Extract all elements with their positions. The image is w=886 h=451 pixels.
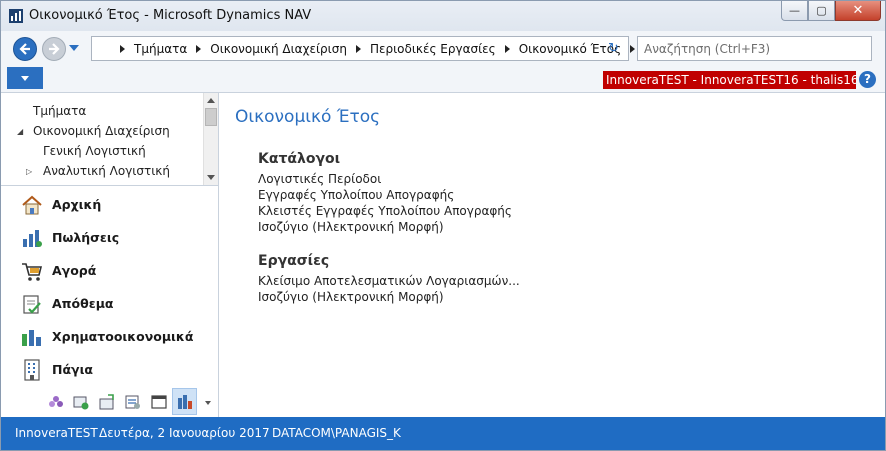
purchase-icon [22,262,43,281]
status-bar: InnoveraTEST Δευτέρα, 2 Ιανουαρίου 2017 … [1,417,885,450]
group-title-lists: Κατάλογοι [258,151,341,167]
page-title: Οικονομικό Έτος [235,107,381,127]
breadcrumb-item[interactable]: Τμήματα [134,42,187,56]
main-content: Οικονομικό Έτος Κατάλογοι Λογιστικές Περ… [219,93,885,417]
inventory-icon [23,294,41,314]
home-icon [22,195,42,214]
window-list-icon[interactable] [151,394,167,410]
tree-scrollbar[interactable] [203,93,218,185]
approvals-icon[interactable] [73,394,89,410]
chevron-right-icon[interactable] [504,45,510,53]
back-button[interactable] [13,37,37,61]
status-company: InnoveraTEST [15,426,98,440]
sidebar-item-label: Αγορά [52,263,97,278]
sidebar-item-label: Χρηματοοικονομικά [52,329,194,344]
link-accounting-periods[interactable]: Λογιστικές Περίοδοι [258,172,381,186]
sidebar-item-label: Πάγια [52,362,94,377]
search-input[interactable] [637,36,872,61]
fixed-assets-icon [24,358,40,381]
dynamics-nav-app-icon [9,9,23,23]
window-controls: — ▢ ✕ [781,1,881,22]
title-bar: Οικονομικό Έτος - Microsoft Dynamics NAV… [1,1,885,31]
arrow-right-icon [49,43,60,55]
selected-section-button[interactable] [172,388,197,415]
breadcrumb-item[interactable]: Περιοδικές Εργασίες [370,42,496,56]
breadcrumb-item[interactable]: Οικονομικό Έτος [519,42,621,56]
link-inventory-balance-entries[interactable]: Εγγραφές Υπολοίπου Απογραφής [258,188,454,202]
scroll-down-icon[interactable] [207,175,215,180]
scroll-up-icon[interactable] [207,98,215,103]
collapsed-arrow-icon[interactable]: ▷ [26,167,32,176]
group-title-tasks: Εργασίες [258,253,330,269]
arrow-left-icon [19,43,30,55]
sales-icon [23,229,42,247]
maximize-button[interactable]: ▢ [808,1,835,21]
sidebar-item-inventory[interactable]: Απόθεμα [1,287,218,320]
departments-icon [178,395,192,409]
company-badge: InnoveraTEST - InnoveraTEST16 - thalis16… [603,71,856,89]
forward-button[interactable] [42,37,66,61]
breadcrumb: Τμήματα Οικονομική Διαχείριση Περιοδικές… [120,42,644,56]
ribbon-bar: InnoveraTEST - InnoveraTEST16 - thalis16… [1,67,885,93]
sidebar-item-label: Πωλήσεις [52,230,120,245]
close-button[interactable]: ✕ [835,1,881,21]
navigation-pane: Τμήματα ◢ Οικονομική Διαχείριση Γενική Λ… [1,93,219,417]
application-menu-button[interactable] [7,67,43,89]
expanded-arrow-icon[interactable]: ◢ [17,127,23,136]
tree-item-financial-management[interactable]: Οικονομική Διαχείριση [33,124,170,138]
sidebar-item-sales[interactable]: Πωλήσεις [1,221,218,254]
role-center-icon[interactable] [48,394,64,410]
configure-buttons-dropdown-icon[interactable] [205,401,211,405]
nav-window: Οικονομικό Έτος - Microsoft Dynamics NAV… [0,0,886,451]
sidebar-item-fixed-assets[interactable]: Πάγια [1,353,218,386]
reports-icon[interactable] [125,394,141,410]
status-user: DATACOM\PANAGIS_K [272,426,401,440]
minimize-button[interactable]: — [781,1,808,21]
link-electronic-trial-balance[interactable]: Ισοζύγιο (Ηλεκτρονική Μορφή) [258,220,444,234]
status-work-date[interactable]: Δευτέρα, 2 Ιανουαρίου 2017 [99,426,270,440]
collapsed-sections-bar [1,387,218,417]
mail-icon[interactable] [99,394,115,410]
chevron-right-icon[interactable] [630,45,636,53]
tree-item-departments[interactable]: Τμήματα [33,104,86,118]
sidebar-item-label: Απόθεμα [52,296,114,311]
chevron-right-icon [120,45,125,53]
link-closed-inventory-balance-entries[interactable]: Κλειστές Εγγραφές Υπολοίπου Απογραφής [258,204,512,218]
finance-icon [22,329,41,346]
help-icon[interactable]: ? [859,71,876,88]
address-bar[interactable]: Τμήματα Οικονομική Διαχείριση Περιοδικές… [91,36,636,61]
tree-item-general-ledger[interactable]: Γενική Λογιστική [43,144,146,158]
navigation-bar: Τμήματα Οικονομική Διαχείριση Περιοδικές… [1,31,885,67]
sidebar-item-label: Αρχική [52,197,102,212]
tree-item-cost-accounting[interactable]: Αναλυτική Λογιστική [43,164,170,178]
chevron-down-icon [21,75,29,81]
department-tree: Τμήματα ◢ Οικονομική Διαχείριση Γενική Λ… [1,93,203,185]
pane-divider [1,185,218,186]
sidebar-item-purchase[interactable]: Αγορά [1,254,218,287]
window-title: Οικονομικό Έτος - Microsoft Dynamics NAV [29,8,312,23]
scroll-thumb[interactable] [205,108,217,126]
link-close-income-statement[interactable]: Κλείσιμο Αποτελεσματικών Λογαριασμών... [258,274,520,288]
sidebar-item-finance[interactable]: Χρηματοοικονομικά [1,320,218,353]
breadcrumb-item[interactable]: Οικονομική Διαχείριση [210,42,347,56]
chevron-right-icon[interactable] [355,45,361,53]
history-dropdown-icon[interactable] [69,45,79,51]
chevron-right-icon[interactable] [196,45,202,53]
sidebar-item-home[interactable]: Αρχική [1,188,218,221]
refresh-icon[interactable]: ↻ [608,42,622,56]
link-electronic-trial-balance-task[interactable]: Ισοζύγιο (Ηλεκτρονική Μορφή) [258,290,444,304]
